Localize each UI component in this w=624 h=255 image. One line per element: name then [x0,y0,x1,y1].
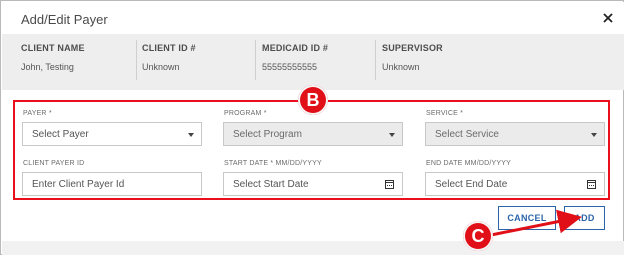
dialog: Add/Edit Payer CLIENT NAME John, Testing… [0,0,624,255]
client-payer-id-label: CLIENT PAYER ID [23,160,85,167]
end-date-format: MM/DD/YYYY [464,160,511,167]
client-name-label: CLIENT NAME [21,43,85,53]
client-id-label: CLIENT ID # [142,43,196,53]
chevron-down-icon [591,133,597,137]
cancel-button[interactable]: CANCEL [498,206,556,230]
end-date-label-text: END DATE [426,160,463,167]
service-select-value: Select Service [435,129,499,140]
program-label: PROGRAM * [224,110,267,117]
program-select[interactable]: Select Program [223,122,403,146]
calendar-icon[interactable] [385,180,394,189]
client-name-value: John, Testing [21,62,74,72]
close-icon[interactable] [600,10,616,26]
client-payer-id-input[interactable]: Enter Client Payer Id [22,172,202,196]
info-divider [136,40,137,80]
end-date-input[interactable]: Select End Date [425,172,605,196]
add-button[interactable]: ADD [564,206,605,230]
medicaid-id-label: MEDICAID ID # [262,43,329,53]
service-label: SERVICE * [426,110,464,117]
payer-select[interactable]: Select Payer [22,122,202,146]
client-payer-id-placeholder: Enter Client Payer Id [32,179,125,190]
dialog-footer [2,241,624,255]
supervisor-label: SUPERVISOR [382,43,443,53]
calendar-icon[interactable] [587,180,596,189]
start-date-label-text: START DATE * [224,160,274,167]
supervisor-value: Unknown [382,62,420,72]
end-date-label: END DATE MM/DD/YYYY [426,160,511,167]
client-info-panel: CLIENT NAME John, Testing CLIENT ID # Un… [2,34,624,90]
start-date-format: MM/DD/YYYY [275,160,322,167]
start-date-input[interactable]: Select Start Date [223,172,403,196]
service-select[interactable]: Select Service [425,122,605,146]
medicaid-id-value: 55555555555 [262,62,318,72]
chevron-down-icon [389,133,395,137]
end-date-placeholder: Select End Date [435,179,508,190]
dialog-title: Add/Edit Payer [21,12,108,27]
chevron-down-icon [188,133,194,137]
dialog-header: Add/Edit Payer [2,2,624,35]
client-id-value: Unknown [142,62,180,72]
info-divider [375,40,376,80]
payer-label: PAYER * [23,110,52,117]
callout-c-badge: C [463,221,493,251]
info-divider [255,40,256,80]
program-select-value: Select Program [233,129,302,140]
start-date-label: START DATE * MM/DD/YYYY [224,160,322,167]
start-date-placeholder: Select Start Date [233,179,309,190]
callout-b-badge: B [298,85,328,115]
payer-select-value: Select Payer [32,129,89,140]
